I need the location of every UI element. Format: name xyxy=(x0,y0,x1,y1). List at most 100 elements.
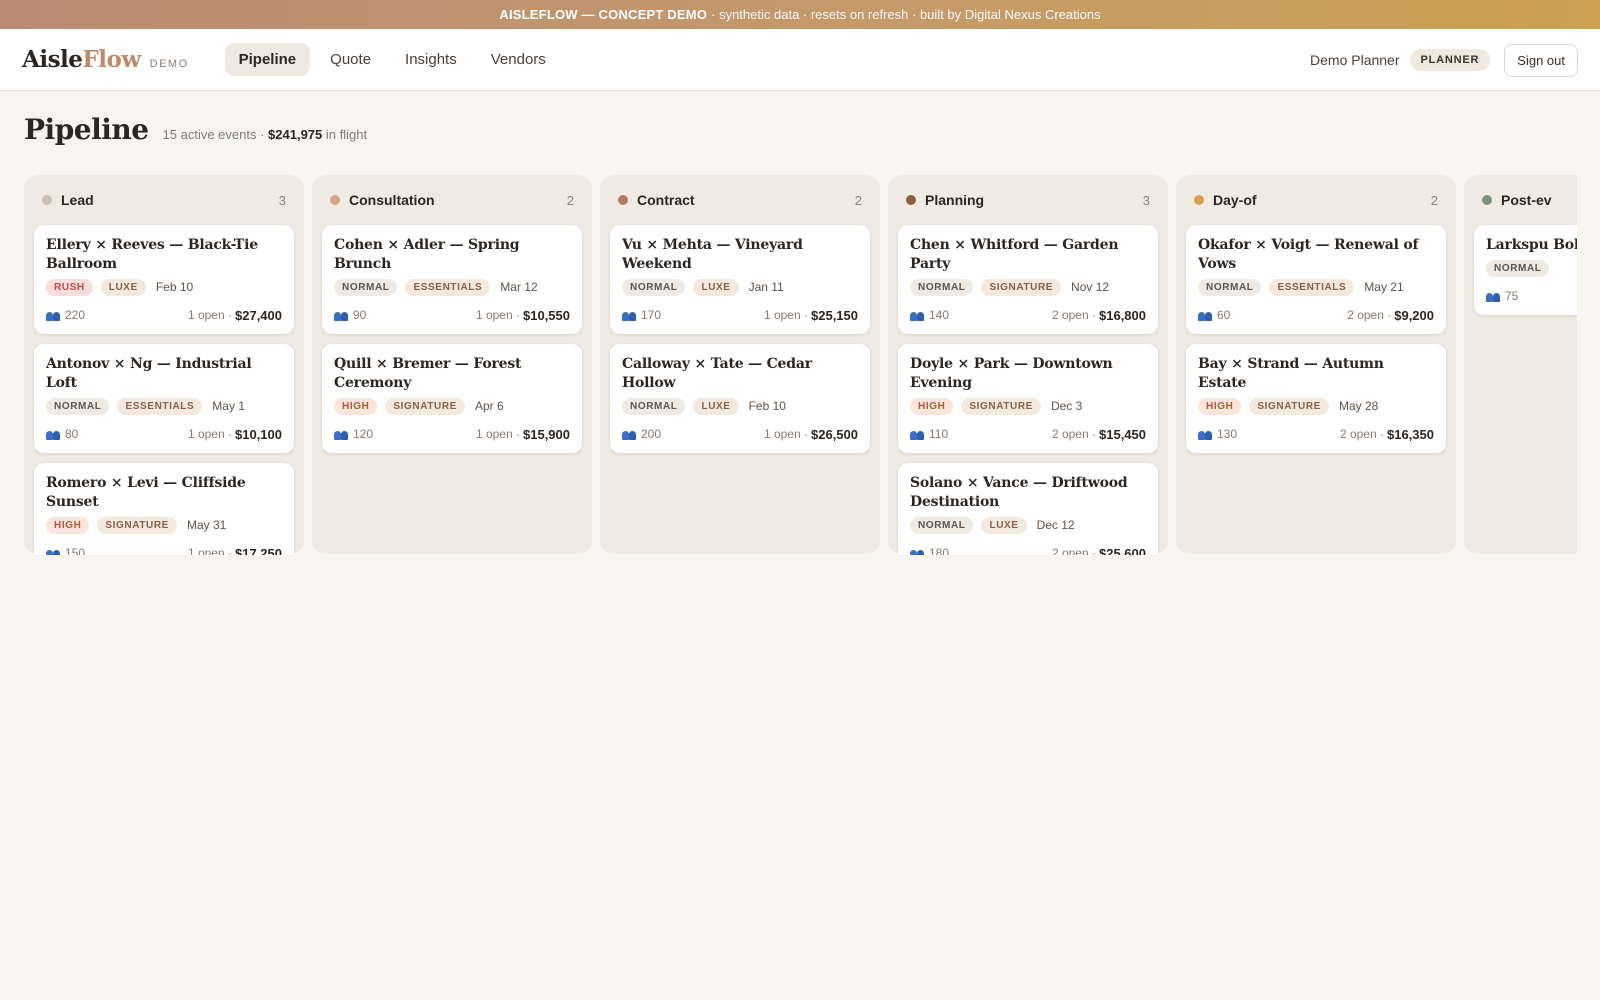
package-tier-badge: SIGNATURE xyxy=(981,278,1062,296)
event-card[interactable]: Ellery × Reeves — Black-Tie Ballroom RUSH… xyxy=(34,225,294,334)
event-title: Ellery × Reeves — Black-Tie Ballroom xyxy=(46,237,258,272)
guest-count: 60 xyxy=(1198,308,1347,322)
event-card[interactable]: Doyle × Park — Downtown Evening HIGH SIGNA… xyxy=(898,344,1158,453)
column-count: 2 xyxy=(854,192,862,208)
people-icon xyxy=(910,310,925,321)
event-date: Dec 12 xyxy=(1036,518,1075,532)
column-count: 2 xyxy=(566,192,574,208)
event-date: May 28 xyxy=(1338,399,1379,413)
people-icon xyxy=(334,429,349,440)
package-tier-badge: LUXE xyxy=(100,278,146,296)
priority-badge: HIGH xyxy=(1198,397,1242,415)
event-footer: 80 1 open · $10,100 xyxy=(46,425,282,443)
event-title: Solano × Vance — Driftwood Destination xyxy=(910,475,1128,510)
event-tags: NORMAL ESSENTIALS May 1 xyxy=(46,396,282,416)
event-footer: 130 2 open · $16,350 xyxy=(1198,425,1434,443)
event-tags: NORMAL LUXE Dec 12 xyxy=(910,515,1146,535)
event-footer: 110 2 open · $15,450 xyxy=(910,425,1146,443)
column-count: 2 xyxy=(1430,192,1438,208)
event-card[interactable]: Solano × Vance — Driftwood Destination NO… xyxy=(898,463,1158,555)
event-card[interactable]: Cohen × Adler — Spring Brunch NORMAL ESSEN… xyxy=(322,225,582,334)
event-amount: $16,350 xyxy=(1387,426,1434,442)
nav-quote[interactable]: Quote xyxy=(316,43,385,76)
package-tier-badge: LUXE xyxy=(693,397,739,415)
guest-count: 120 xyxy=(334,427,476,441)
column-count: 3 xyxy=(278,192,286,208)
event-date: May 21 xyxy=(1364,280,1404,294)
event-title: Romero × Levi — Cliffside Sunset xyxy=(46,475,246,510)
event-card[interactable]: Vu × Mehta — Vineyard Weekend NORMAL LUXE J… xyxy=(610,225,870,334)
guest-count-value: 150 xyxy=(65,546,86,555)
pipeline-column-day-of: Day-of 2 Okafor × Voigt — Renewal of Vows N… xyxy=(1176,175,1456,554)
open-tasks: 1 open · xyxy=(475,308,520,322)
people-icon xyxy=(622,310,637,321)
event-card[interactable]: Chen × Whitford — Garden Party NORMAL SIGN… xyxy=(898,225,1158,334)
event-card[interactable]: Larkspu Boho NORMAL 75 xyxy=(1474,225,1577,315)
event-amount: $15,900 xyxy=(523,426,570,442)
priority-badge: NORMAL xyxy=(622,397,686,415)
event-title: Quill × Bremer — Forest Ceremony xyxy=(334,356,522,391)
stage-dot-icon xyxy=(1482,195,1492,205)
event-amount: $10,550 xyxy=(523,307,570,323)
top-navigation: Aisle Flow DEMO Pipeline Quote Insights … xyxy=(0,29,1600,91)
priority-badge: HIGH xyxy=(334,397,378,415)
nav-insights[interactable]: Insights xyxy=(391,43,471,76)
event-date: May 1 xyxy=(212,399,245,413)
guest-count-value: 120 xyxy=(353,427,374,441)
pipeline-column-contract: Contract 2 Vu × Mehta — Vineyard Weekend NO… xyxy=(600,175,880,554)
priority-badge: NORMAL xyxy=(1486,259,1550,277)
banner-text: · synthetic data · resets on refresh · b… xyxy=(711,7,1101,22)
guest-count-value: 90 xyxy=(353,308,367,322)
main-nav: Pipeline Quote Insights Vendors xyxy=(224,43,560,76)
pipeline-column-lead: Lead 3 Ellery × Reeves — Black-Tie Ballroo… xyxy=(24,175,304,555)
event-title: Doyle × Park — Downtown Evening xyxy=(910,356,1113,391)
guest-count-value: 75 xyxy=(1505,289,1519,303)
package-tier-badge: ESSENTIALS xyxy=(117,397,203,415)
stage-dot-icon xyxy=(42,195,52,205)
event-card[interactable]: Okafor × Voigt — Renewal of Vows NORMAL ES… xyxy=(1186,225,1446,334)
role-badge: PLANNER xyxy=(1409,49,1491,71)
event-footer: 150 1 open · $17,250 xyxy=(46,544,282,555)
event-card[interactable]: Calloway × Tate — Cedar Hollow NORMAL LUXE… xyxy=(610,344,870,453)
sign-out-button[interactable]: Sign out xyxy=(1504,43,1578,77)
event-date: Feb 10 xyxy=(748,399,786,413)
column-title: Post-ev xyxy=(1501,192,1552,208)
column-count: 3 xyxy=(1142,192,1150,208)
open-tasks: 1 open · xyxy=(763,427,808,441)
event-amount: $15,450 xyxy=(1099,426,1146,442)
event-tags: HIGH SIGNATURE May 28 xyxy=(1198,396,1434,416)
column-header: Contract 2 xyxy=(610,175,870,225)
event-title: Bay × Strand — Autumn Estate xyxy=(1198,356,1384,391)
priority-badge: NORMAL xyxy=(622,278,686,296)
guest-count-value: 110 xyxy=(929,427,949,441)
event-card[interactable]: Quill × Bremer — Forest Ceremony HIGH SIGN… xyxy=(322,344,582,453)
banner-title: AISLEFLOW — CONCEPT DEMO xyxy=(499,7,708,22)
event-card[interactable]: Antonov × Ng — Industrial Loft NORMAL ESSE… xyxy=(34,344,294,453)
event-footer: 90 1 open · $10,550 xyxy=(334,306,570,324)
column-header: Consultation 2 xyxy=(322,175,582,225)
stage-dot-icon xyxy=(618,195,628,205)
event-footer: 75 xyxy=(1486,287,1577,305)
open-tasks: 1 open · xyxy=(187,308,232,322)
event-title: Cohen × Adler — Spring Brunch xyxy=(334,237,520,272)
nav-vendors[interactable]: Vendors xyxy=(477,43,560,76)
guest-count-value: 180 xyxy=(929,546,950,555)
pipeline-column-consultation: Consultation 2 Cohen × Adler — Spring Brun… xyxy=(312,175,592,554)
brand-logo[interactable]: Aisle Flow DEMO xyxy=(22,46,189,73)
stage-dot-icon xyxy=(330,195,340,205)
nav-pipeline[interactable]: Pipeline xyxy=(224,43,311,76)
event-amount: $25,600 xyxy=(1099,545,1146,556)
package-tier-badge: LUXE xyxy=(693,278,739,296)
guest-count: 75 xyxy=(1486,289,1577,303)
event-card[interactable]: Romero × Levi — Cliffside Sunset HIGH SIGN… xyxy=(34,463,294,555)
event-footer: 140 2 open · $16,800 xyxy=(910,306,1146,324)
package-tier-badge: LUXE xyxy=(981,516,1027,534)
column-title: Planning xyxy=(925,192,985,208)
priority-badge: NORMAL xyxy=(334,278,398,296)
event-date: Apr 6 xyxy=(474,399,504,413)
guest-count-value: 170 xyxy=(641,308,662,322)
event-title: Vu × Mehta — Vineyard Weekend xyxy=(622,237,803,272)
user-name: Demo Planner xyxy=(1310,52,1400,68)
page-title: Pipeline xyxy=(24,113,149,146)
event-card[interactable]: Bay × Strand — Autumn Estate HIGH SIGNATUR… xyxy=(1186,344,1446,453)
